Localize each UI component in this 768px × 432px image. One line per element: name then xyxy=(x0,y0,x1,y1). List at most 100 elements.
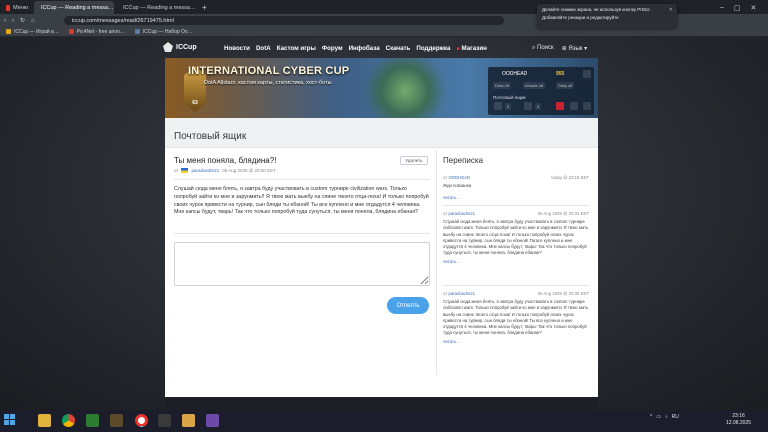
nav-custom-games[interactable]: Кастом игры xyxy=(277,45,316,52)
reload-icon[interactable]: ↻ xyxy=(20,17,25,24)
logout-icon[interactable] xyxy=(583,102,591,110)
sidebar-title: Переписка xyxy=(443,156,484,165)
file-explorer-icon[interactable] xyxy=(38,414,51,427)
tab-iccup[interactable]: ICCup — Reading a messa… × xyxy=(116,1,196,14)
tab-iccup-active[interactable]: ICCup — Reading a messa… × xyxy=(34,1,114,14)
tab-label: Меню xyxy=(13,4,28,11)
nav-forum[interactable]: Форум xyxy=(322,45,343,52)
iccup-launcher-icon[interactable] xyxy=(182,414,195,427)
opera-icon[interactable] xyxy=(135,414,148,427)
tab-menu[interactable]: Меню xyxy=(2,1,32,14)
user-name[interactable]: OODHEAD xyxy=(502,71,527,77)
sidebar-separator xyxy=(436,150,437,375)
game-icon[interactable] xyxy=(110,414,123,427)
nav-infobase[interactable]: Инфобаза xyxy=(349,45,380,52)
conversation-item[interactable]: от OODHEAD today @ 23:15 EET Жди повзанка… xyxy=(443,175,589,200)
read-more-link[interactable]: читать... xyxy=(443,195,589,200)
new-tab-button[interactable]: + xyxy=(198,1,210,14)
window-controls: – ▢ ✕ xyxy=(716,1,764,14)
close-icon[interactable]: ✕ xyxy=(669,7,673,13)
arcade-status-chip[interactable]: Arcade off xyxy=(523,82,546,89)
bookmark-item[interactable]: Pic4Net - free anon… xyxy=(68,29,125,35)
site-logo[interactable]: ICCup xyxy=(163,42,197,52)
reply-textarea[interactable] xyxy=(174,242,430,286)
search-link[interactable]: ⌕ Поиск xyxy=(532,45,554,52)
bookmark-item[interactable]: ICCup — Играй в… xyxy=(6,29,59,35)
back-icon[interactable]: ‹ xyxy=(4,18,6,24)
keyboard-language[interactable]: RU xyxy=(672,414,679,420)
bookmark-item[interactable]: ICCup — Набор Оо… xyxy=(134,29,193,35)
maximize-icon[interactable]: ▢ xyxy=(734,4,741,12)
site-navigation: Новости DotA Кастом игры Форум Инфобаза … xyxy=(224,45,487,52)
conversation-sender[interactable]: OODHEAD xyxy=(448,175,470,180)
settings-icon[interactable] xyxy=(570,102,578,110)
network-icon[interactable]: ▭ xyxy=(656,414,661,420)
notification-line1: Делайте снимки экрана, не используя кноп… xyxy=(542,7,651,12)
message-date: 05 Aug 2025 @ 20:50 EET xyxy=(222,168,276,173)
conversation-sender[interactable]: paradoedm21 xyxy=(448,291,475,296)
rank-badge-number: 63 xyxy=(192,100,198,106)
mail-icon[interactable] xyxy=(494,102,502,110)
nav-shop[interactable]: Магазин xyxy=(456,45,486,52)
tab-label: ICCup — Reading a messa… xyxy=(41,4,114,11)
language-selector[interactable]: ⊕ Язык ▾ xyxy=(562,45,587,52)
bookmark-favicon-icon xyxy=(68,29,74,34)
divider xyxy=(443,205,589,206)
conversation-preview: Слушай сюда меня блять, я завтра буду уч… xyxy=(443,219,589,256)
conversation-item[interactable]: от paradoedm21 05 Aug 2025 @ 20:31 EET Сл… xyxy=(443,211,589,264)
address-bar[interactable]: iccup.com/messages/read/26719475.html xyxy=(64,16,504,25)
daily-status-chip[interactable]: Daily off xyxy=(556,82,575,89)
bookmarks-bar: ICCup — Играй в… Pic4Net - free anon… IC… xyxy=(0,27,768,37)
app-icon[interactable] xyxy=(86,414,99,427)
conversation-date: 05 Aug 2025 @ 20:30 EET xyxy=(537,291,589,296)
iccup-logo-icon xyxy=(163,42,173,52)
conversation-preview: Жди повзанка xyxy=(443,183,472,188)
divider xyxy=(174,179,430,180)
chevron-down-icon: ▾ xyxy=(582,46,588,52)
sender-link[interactable]: paradoedm21 xyxy=(191,168,219,173)
banner-artwork xyxy=(345,58,465,118)
friends-count: 0 xyxy=(535,103,542,110)
home-icon[interactable]: ⌂ xyxy=(31,18,35,24)
message-meta: от paradoedm21 05 Aug 2025 @ 20:50 EET xyxy=(174,168,276,173)
nav-news[interactable]: Новости xyxy=(224,45,250,52)
divider xyxy=(443,285,589,286)
bookmark-favicon-icon xyxy=(134,29,140,34)
game-icon[interactable] xyxy=(206,414,219,427)
app-icon[interactable] xyxy=(158,414,171,427)
minimize-icon[interactable]: – xyxy=(720,4,724,11)
tab-label: ICCup — Reading a messa… xyxy=(123,4,196,11)
page-title: Почтовый ящик xyxy=(174,131,247,142)
nav-dota[interactable]: DotA xyxy=(256,45,271,52)
read-more-link[interactable]: читать... xyxy=(443,339,589,344)
forward-icon[interactable]: › xyxy=(12,18,14,24)
chrome-icon[interactable] xyxy=(62,414,75,427)
notification-line2: Добавляйте реакции и редактируйте xyxy=(542,15,619,20)
divider xyxy=(174,233,430,234)
conversation-sender[interactable]: paradoedm21 xyxy=(448,211,475,216)
send-button[interactable]: Отпепть xyxy=(387,297,429,314)
conversation-date: 05 Aug 2025 @ 20:31 EET xyxy=(537,211,589,216)
opera-icon xyxy=(6,4,11,11)
read-more-link[interactable]: читать... xyxy=(443,259,589,264)
conversation-item[interactable]: от paradoedm21 05 Aug 2025 @ 20:30 EET Сл… xyxy=(443,291,589,344)
system-clock[interactable]: 23:16 12.08.2025 xyxy=(726,413,751,427)
screenshot-notification[interactable]: Делайте снимки экрана, не используя кноп… xyxy=(537,4,677,28)
conversation-preview: Слушай сюда меня блять, я завтра буду уч… xyxy=(443,299,589,336)
mail-count: 0 xyxy=(505,103,512,110)
friends-icon[interactable] xyxy=(524,102,532,110)
mailbox-label[interactable]: Почтовый ящик xyxy=(493,95,526,100)
nav-download[interactable]: Скачать xyxy=(386,45,411,52)
nav-support[interactable]: Поддержка xyxy=(416,45,450,52)
dota-status-chip[interactable]: Dota off xyxy=(493,82,511,89)
windows-start-icon[interactable] xyxy=(4,414,16,426)
alert-icon[interactable] xyxy=(556,102,564,110)
message-subject: Ты меня поняла, блядина?! xyxy=(174,156,277,165)
chevron-up-icon[interactable]: ^ xyxy=(650,414,652,420)
delete-button[interactable]: Удалить xyxy=(400,156,428,165)
add-coins-icon[interactable] xyxy=(583,70,591,78)
conversation-date: today @ 23:15 EET xyxy=(551,175,589,180)
footer-strip xyxy=(165,397,598,410)
volume-icon[interactable]: ♪ xyxy=(665,414,668,420)
close-window-icon[interactable]: ✕ xyxy=(751,4,757,12)
